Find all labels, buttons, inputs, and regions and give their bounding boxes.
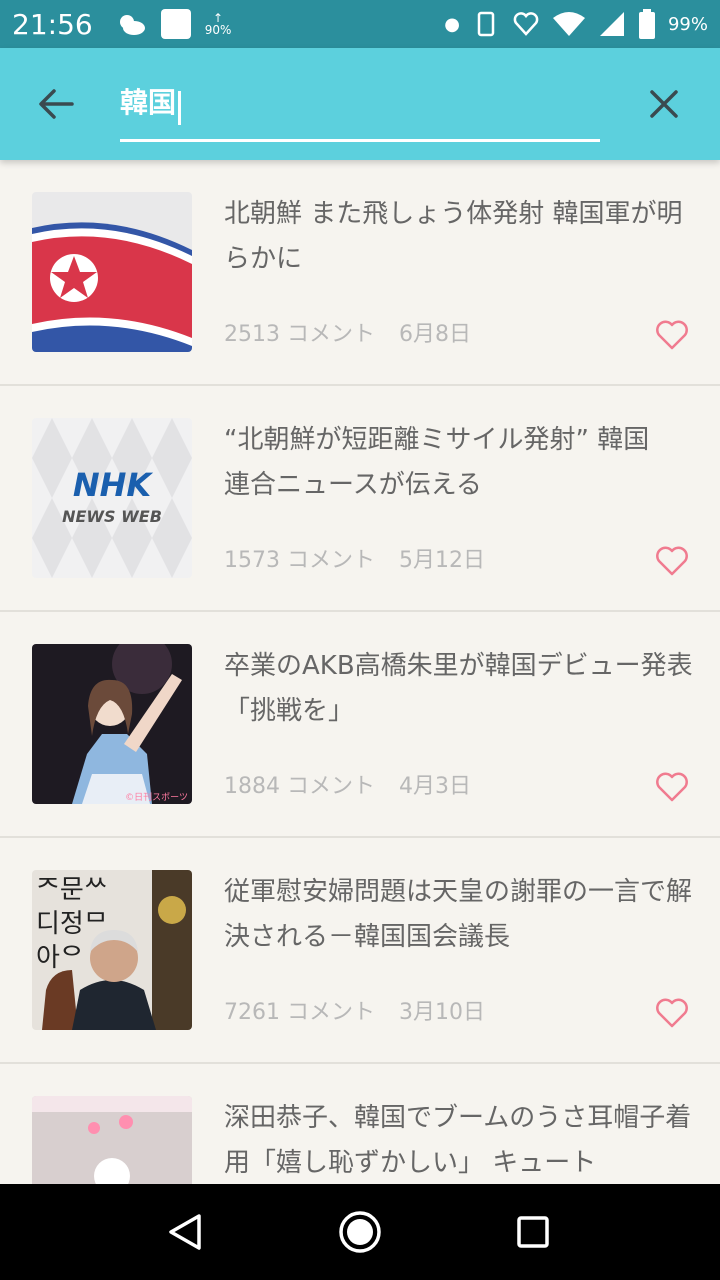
article-title: 従軍慰安婦問題は天皇の謝罪の一言で解決される－韓国国会議長 [224, 877, 693, 952]
news-web-logo: NEWS WEB [62, 507, 162, 526]
article-thumbnail: ©日刊スポーツ [32, 644, 192, 804]
article-thumbnail: ᄌ문ᄊ 디정ᄆ 아ᄋ [32, 870, 192, 1030]
comment-count: 7261 コメント [224, 1000, 375, 1025]
article-title: 北朝鮮 また飛しょう体発射 韓国軍が明らかに [224, 199, 683, 274]
dot-icon: ● [444, 13, 460, 35]
article-list: 北朝鮮 また飛しょう体発射 韓国軍が明らかに 2513 コメント 6月8日 NHK… [0, 160, 720, 1184]
signal-icon [599, 12, 624, 36]
comment-count: 1884 コメント [224, 774, 375, 799]
heart-icon[interactable] [656, 320, 688, 350]
nav-back-icon[interactable] [163, 1208, 211, 1256]
rotate-icon [477, 11, 495, 37]
article-title: 深田恭子、韓国でブームのうさ耳帽子着用「嬉し恥ずかしい」 キュート [224, 1103, 692, 1178]
nav-recents-icon[interactable] [509, 1208, 557, 1256]
list-item[interactable]: ᄌ문ᄊ 디정ᄆ 아ᄋ 従軍慰安婦問題は天皇の謝罪の一言で解決される－韓国国会議長… [0, 838, 720, 1064]
status-bar: 21:56 ↑ 90% ● 99% [0, 0, 720, 48]
close-icon[interactable] [646, 86, 682, 122]
svg-text:아ᄋ: 아ᄋ [36, 943, 84, 973]
list-item[interactable]: NHK NEWS WEB “北朝鮮が短距離ミサイル発射” 韓国 連合ニュースが伝… [0, 386, 720, 612]
article-title: 卒業のAKB高橋朱里が韓国デビュー発表「挑戦を」 [224, 651, 693, 726]
article-date: 4月3日 [398, 774, 471, 799]
battery-percent: 99% [667, 13, 708, 35]
article-meta: 7261 コメント 3月10日 [224, 994, 485, 1026]
nhk-logo: NHK [73, 466, 154, 504]
article-title: “北朝鮮が短距離ミサイル発射” 韓国 連合ニュースが伝える [224, 425, 676, 500]
article-thumbnail: NHK NEWS WEB [32, 418, 192, 578]
comment-count: 2513 コメント [224, 322, 375, 347]
search-toolbar: 韓国 [0, 48, 720, 160]
wifi-icon [552, 12, 585, 36]
article-date: 5月12日 [398, 548, 485, 573]
list-item[interactable]: 北朝鮮 また飛しょう体発射 韓国軍が明らかに 2513 コメント 6月8日 [0, 160, 720, 386]
heart-icon[interactable] [656, 998, 688, 1028]
data-saver-icon [513, 12, 539, 36]
svg-text:디정ᄆ: 디정ᄆ [36, 909, 108, 939]
text-caret [178, 90, 182, 125]
list-item[interactable]: 深田恭子、韓国でブームのうさ耳帽子着用「嬉し恥ずかしい」 キュート [0, 1064, 720, 1184]
heart-icon[interactable] [656, 546, 688, 576]
comment-count: 1573 コメント [224, 548, 375, 573]
nav-home-icon[interactable] [336, 1208, 384, 1256]
article-date: 6月8日 [398, 322, 471, 347]
app-notification-icon [160, 9, 191, 39]
navigation-bar [0, 1184, 720, 1280]
battery-icon [638, 9, 655, 39]
weather-icon [119, 15, 145, 35]
heart-icon[interactable] [656, 772, 688, 802]
article-date: 3月10日 [398, 1000, 485, 1025]
search-input[interactable]: 韓国 [120, 78, 600, 142]
svg-text:ᄌ문ᄊ: ᄌ문ᄊ [36, 875, 108, 905]
back-arrow-icon[interactable] [36, 84, 76, 124]
svg-text:©日刊スポーツ: ©日刊スポーツ [125, 791, 188, 803]
status-time: 21:56 [12, 7, 93, 41]
article-meta: 2513 コメント 6月8日 [224, 316, 471, 348]
article-meta: 1573 コメント 5月12日 [224, 542, 485, 574]
list-item[interactable]: ©日刊スポーツ 卒業のAKB高橋朱里が韓国デビュー発表「挑戦を」 1884 コメ… [0, 612, 720, 838]
article-meta: 1884 コメント 4月3日 [224, 768, 471, 800]
article-thumbnail [32, 1096, 192, 1184]
upload-icon: ↑ 90% [204, 11, 232, 37]
search-query: 韓国 [120, 86, 177, 119]
article-thumbnail [32, 192, 192, 352]
